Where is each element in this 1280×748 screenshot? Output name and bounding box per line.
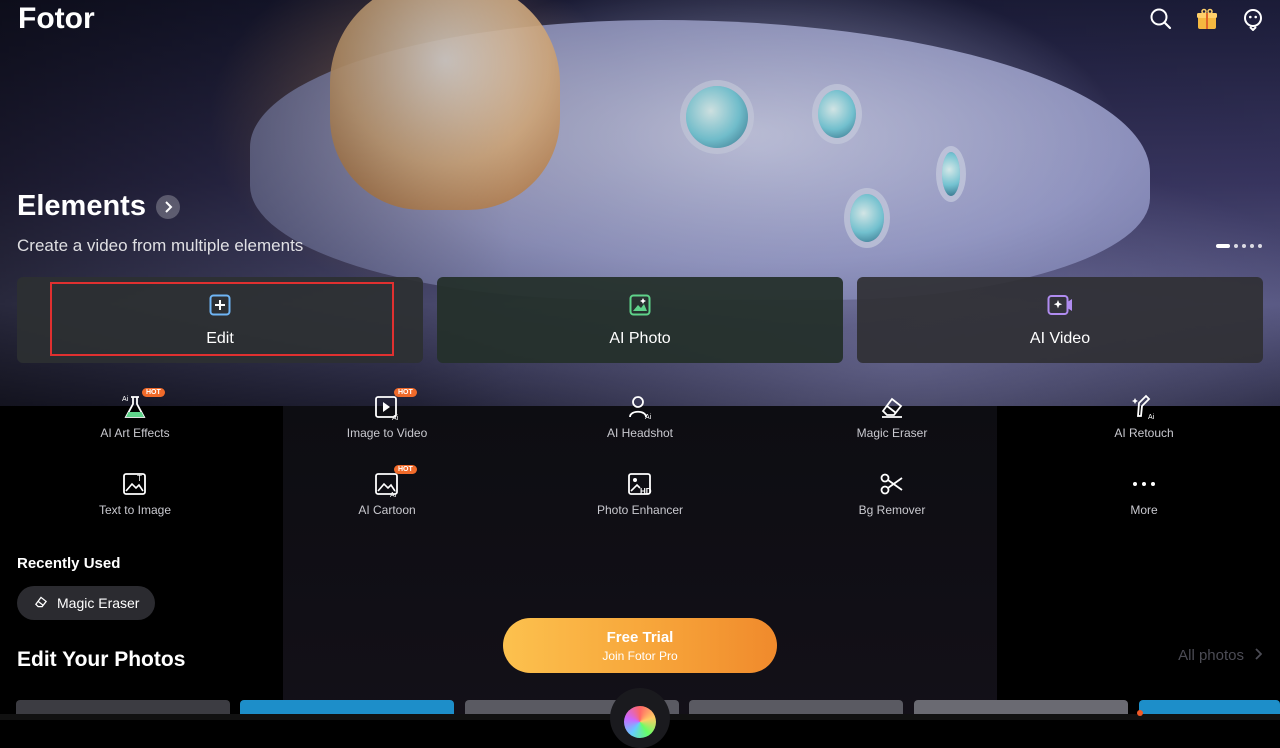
hd-image-icon: HD bbox=[625, 469, 655, 499]
svg-text:Ai: Ai bbox=[122, 396, 129, 403]
headshot-icon: Ai bbox=[625, 392, 655, 422]
tool-more[interactable]: More bbox=[1044, 469, 1244, 517]
svg-text:HD: HD bbox=[640, 487, 652, 496]
all-photos-label: All photos bbox=[1178, 647, 1244, 664]
tool-label: Photo Enhancer bbox=[596, 503, 684, 517]
free-trial-button[interactable]: Free Trial Join Fotor Pro bbox=[503, 618, 777, 673]
svg-text:Ai: Ai bbox=[645, 414, 652, 421]
ai-photo-icon bbox=[628, 293, 652, 322]
image-video-icon: Ai HOT bbox=[372, 388, 417, 422]
tool-label: AI Cartoon bbox=[358, 503, 416, 517]
section-title[interactable]: Elements bbox=[17, 190, 180, 223]
eraser-icon bbox=[33, 594, 49, 613]
tool-ai-retouch[interactable]: Ai AI Retouch bbox=[1044, 392, 1244, 440]
recently-used-title: Recently Used bbox=[17, 555, 121, 572]
hot-badge: HOT bbox=[394, 388, 417, 397]
hot-badge: HOT bbox=[394, 465, 417, 474]
plus-square-icon bbox=[208, 293, 232, 322]
ai-photo-button[interactable]: AI Photo bbox=[437, 277, 843, 363]
tool-label: Magic Eraser bbox=[856, 426, 928, 440]
chevron-right-icon bbox=[1254, 647, 1263, 664]
tool-image-to-video[interactable]: Ai HOT Image to Video bbox=[287, 388, 487, 440]
tool-ai-cartoon[interactable]: Ai HOT AI Cartoon bbox=[287, 465, 487, 517]
ai-video-icon bbox=[1046, 293, 1074, 322]
tool-label: AI Headshot bbox=[606, 426, 674, 440]
edit-button[interactable]: Edit bbox=[17, 277, 423, 363]
tool-label: More bbox=[1130, 503, 1158, 517]
tool-photo-enhancer[interactable]: HD Photo Enhancer bbox=[540, 469, 740, 517]
eraser-icon bbox=[877, 392, 907, 422]
tool-text-to-image[interactable]: T Text to Image bbox=[35, 469, 235, 517]
svg-text:Ai: Ai bbox=[392, 415, 399, 421]
create-center-button[interactable] bbox=[610, 688, 670, 748]
tool-label: Bg Remover bbox=[858, 503, 926, 517]
search-icon[interactable] bbox=[1148, 6, 1174, 32]
more-dots-icon bbox=[1129, 469, 1159, 499]
flask-icon: Ai HOT bbox=[120, 388, 165, 422]
support-bot-icon[interactable] bbox=[1240, 6, 1266, 32]
tool-label: AI Art Effects bbox=[100, 426, 170, 440]
section-title-text: Elements bbox=[17, 190, 146, 222]
app-title: Fotor bbox=[18, 2, 95, 35]
ai-photo-button-label: AI Photo bbox=[609, 329, 671, 347]
free-trial-label: Free Trial bbox=[606, 628, 674, 646]
edit-photos-title: Edit Your Photos bbox=[17, 648, 186, 671]
text-image-icon: T bbox=[120, 469, 150, 499]
section-subtitle: Create a video from multiple elements bbox=[17, 236, 304, 255]
tool-magic-eraser[interactable]: Magic Eraser bbox=[792, 392, 992, 440]
tool-ai-headshot[interactable]: Ai AI Headshot bbox=[540, 392, 740, 440]
carousel-indicator bbox=[1216, 244, 1262, 248]
svg-text:Ai: Ai bbox=[1148, 414, 1155, 421]
tool-bg-remover[interactable]: Bg Remover bbox=[792, 469, 992, 517]
top-toolbar bbox=[1148, 6, 1266, 32]
tool-label: AI Retouch bbox=[1114, 426, 1174, 440]
hot-badge: HOT bbox=[142, 388, 165, 397]
ai-video-button-label: AI Video bbox=[1029, 329, 1091, 347]
svg-text:Ai: Ai bbox=[390, 492, 397, 498]
ai-video-button[interactable]: AI Video bbox=[857, 277, 1263, 363]
cartoon-icon: Ai HOT bbox=[372, 465, 417, 499]
notification-dot bbox=[1137, 710, 1143, 716]
chevron-right-icon[interactable] bbox=[155, 194, 180, 219]
free-trial-sublabel: Join Fotor Pro bbox=[602, 648, 678, 663]
scissors-icon bbox=[877, 469, 907, 499]
retouch-icon: Ai bbox=[1129, 392, 1159, 422]
tool-label: Image to Video bbox=[346, 426, 428, 440]
recent-chip-magic-eraser[interactable]: Magic Eraser bbox=[17, 586, 156, 620]
gift-icon[interactable] bbox=[1194, 6, 1220, 32]
tool-label: Text to Image bbox=[98, 503, 172, 517]
edit-button-label: Edit bbox=[206, 329, 234, 347]
all-photos-link[interactable]: All photos bbox=[1178, 647, 1263, 664]
svg-text:T: T bbox=[137, 474, 142, 483]
tool-ai-art-effects[interactable]: Ai HOT AI Art Effects bbox=[35, 388, 235, 440]
chip-label: Magic Eraser bbox=[57, 595, 140, 611]
